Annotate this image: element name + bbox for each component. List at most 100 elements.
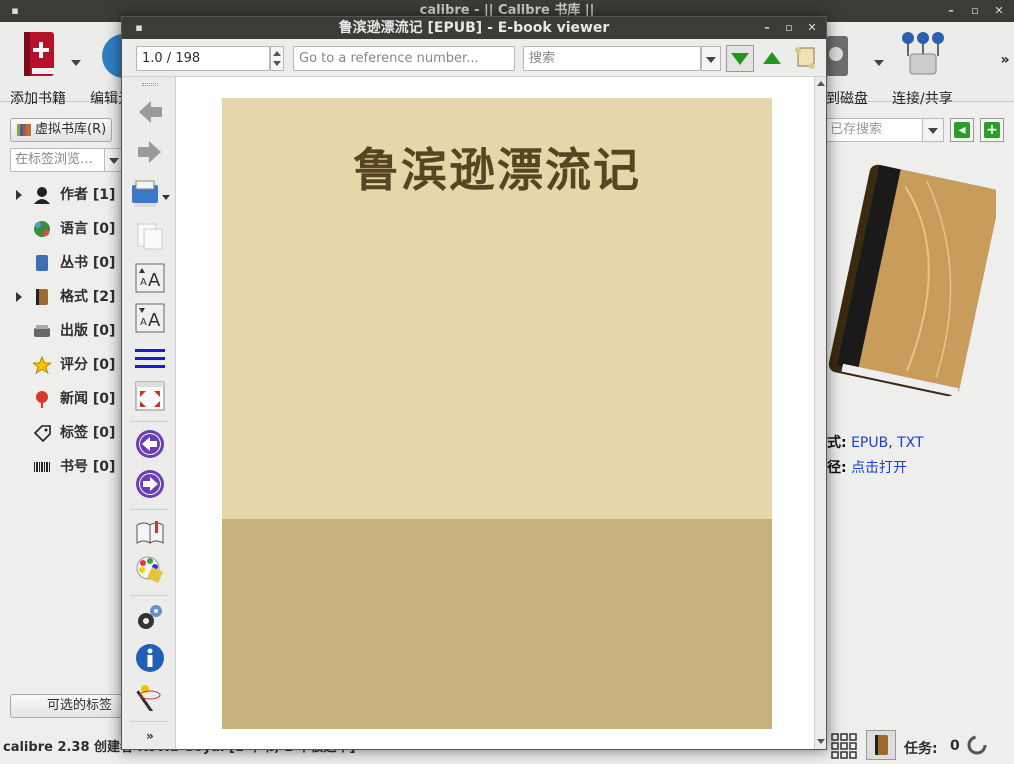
disk-icon <box>826 36 848 76</box>
position-spinner[interactable] <box>270 46 284 71</box>
book-icon <box>875 735 888 755</box>
theme-palette-icon[interactable] <box>135 555 165 585</box>
format-link-epub[interactable]: EPUB <box>851 435 888 451</box>
magic-wand-icon[interactable] <box>135 681 165 711</box>
plus-icon: + <box>984 122 1000 138</box>
cover-browser-button[interactable] <box>866 730 896 760</box>
add-book-icon <box>24 32 54 76</box>
fullscreen-icon[interactable] <box>135 381 165 411</box>
font-size-larger-icon[interactable]: AA <box>135 263 165 293</box>
optional-tags-button[interactable]: 可选的标签 <box>10 694 122 718</box>
globe-icon <box>34 221 50 237</box>
window-menu-icon[interactable]: ▪ <box>8 4 22 18</box>
saved-search-input[interactable]: 已存搜索 <box>826 118 924 142</box>
save-dropdown-icon[interactable] <box>874 60 884 66</box>
virtual-library-label: 虚拟书库(R) <box>35 122 107 137</box>
svg-text:A: A <box>140 277 147 288</box>
jobs-count[interactable]: 0 <box>950 738 960 754</box>
virtual-library-button[interactable]: 虚拟书库(R) <box>10 118 112 142</box>
viewer-maximize-icon[interactable]: ▫ <box>782 21 796 35</box>
table-of-contents-icon[interactable] <box>135 343 165 373</box>
tag-row-label: 语言 [0] <box>60 221 116 237</box>
save-to-disk-button[interactable]: 到磁盘 <box>826 28 876 108</box>
toolbar-separator <box>130 509 168 510</box>
connect-share-label: 连接/共享 <box>892 91 953 107</box>
viewer-titlebar: 鲁滨逊漂流记 [EPUB] - E-book viewer ▪ – ▫ ✕ <box>122 17 826 39</box>
book-page-area[interactable]: 鲁滨逊漂流记 <box>176 77 814 749</box>
toolbar-separator <box>130 421 168 422</box>
spin-up-icon[interactable] <box>273 51 281 56</box>
tag-row-label: 作者 [1] <box>60 187 116 203</box>
toolbar-separator <box>130 721 168 722</box>
viewer-vertical-scrollbar[interactable] <box>814 77 826 749</box>
viewer-menu-icon[interactable]: ▪ <box>132 21 146 35</box>
path-open-link[interactable]: 点击打开 <box>851 460 907 476</box>
book-cover-bottom <box>222 519 772 729</box>
arrow-left-icon: ◂ <box>954 122 970 138</box>
viewer-search-dropdown[interactable] <box>701 46 721 71</box>
save-to-disk-label: 到磁盘 <box>826 91 868 107</box>
font-size-smaller-icon[interactable]: AA <box>135 303 165 333</box>
maximize-icon[interactable]: ▫ <box>968 4 982 18</box>
scroll-icon[interactable] <box>792 44 818 72</box>
expand-arrow-icon[interactable] <box>16 292 22 302</box>
add-books-dropdown-icon[interactable] <box>71 60 81 66</box>
optional-tags-label: 可选的标签 <box>47 698 113 713</box>
print-icon[interactable] <box>130 179 174 209</box>
person-icon <box>34 187 50 204</box>
grid-view-icon[interactable] <box>830 732 858 760</box>
expand-arrow-icon[interactable] <box>16 190 22 200</box>
scroll-down-icon[interactable] <box>817 739 825 744</box>
previous-page-icon[interactable] <box>135 429 165 459</box>
toolbar-separator <box>130 595 168 596</box>
books-icon <box>17 123 31 136</box>
next-page-icon[interactable] <box>135 469 165 499</box>
connect-share-button[interactable]: 连接/共享 <box>892 28 954 108</box>
scroll-up-icon[interactable] <box>817 81 825 86</box>
tag-row-label: 格式 [2] <box>60 289 116 305</box>
back-icon[interactable] <box>135 97 165 127</box>
close-icon[interactable]: ✕ <box>992 4 1006 18</box>
add-search-button[interactable]: + <box>980 118 1004 142</box>
more-tools-button[interactable]: » <box>998 52 1012 72</box>
add-books-label: 添加书籍 <box>10 91 66 107</box>
format-separator: , <box>888 435 898 451</box>
forward-icon[interactable] <box>135 137 165 167</box>
toolbar-handle[interactable] <box>142 83 158 86</box>
find-previous-button[interactable] <box>760 47 784 71</box>
spin-down-icon[interactable] <box>273 61 281 66</box>
format-book-icon <box>36 289 48 305</box>
back-search-button[interactable]: ◂ <box>950 118 974 142</box>
copy-icon[interactable] <box>135 221 165 251</box>
news-icon <box>36 391 48 408</box>
add-books-button[interactable]: 添加书籍 <box>10 28 70 108</box>
reference-input[interactable]: Go to a reference number... <box>293 46 515 71</box>
viewer-side-toolbar: AA AA » <box>122 77 176 749</box>
saved-search-dropdown[interactable] <box>922 118 944 142</box>
status-bar-right: 任务: 0 <box>826 728 1014 764</box>
book-cover-image[interactable] <box>826 160 996 405</box>
find-next-button[interactable] <box>726 45 754 72</box>
tag-row-label: 新闻 [0] <box>60 391 116 407</box>
viewer-close-icon[interactable]: ✕ <box>805 21 819 35</box>
tag-browser-search-input[interactable]: 在标签浏览… <box>10 148 105 172</box>
tag-row-label: 书号 [0] <box>60 459 116 475</box>
chevron-down-icon <box>109 158 119 164</box>
more-actions-icon[interactable]: » <box>146 729 154 743</box>
preferences-gears-icon[interactable] <box>135 603 165 633</box>
star-icon <box>33 356 51 374</box>
bookmark-book-icon[interactable] <box>135 517 165 547</box>
publisher-icon <box>34 325 50 337</box>
viewer-search-input[interactable]: 搜索 <box>523 46 701 71</box>
network-icon <box>902 32 944 75</box>
position-input[interactable]: 1.0 / 198 <box>136 46 270 71</box>
tag-row-label: 标签 [0] <box>60 425 116 441</box>
viewer-minimize-icon[interactable]: – <box>760 21 774 35</box>
svg-text:A: A <box>140 317 147 328</box>
format-link-txt[interactable]: TXT <box>897 435 923 451</box>
info-icon[interactable] <box>135 643 165 673</box>
minimize-icon[interactable]: – <box>944 4 958 18</box>
edit-metadata-button[interactable]: 编辑元 <box>90 28 132 108</box>
chevron-down-icon <box>706 57 716 63</box>
jobs-label: 任务: <box>904 741 938 757</box>
